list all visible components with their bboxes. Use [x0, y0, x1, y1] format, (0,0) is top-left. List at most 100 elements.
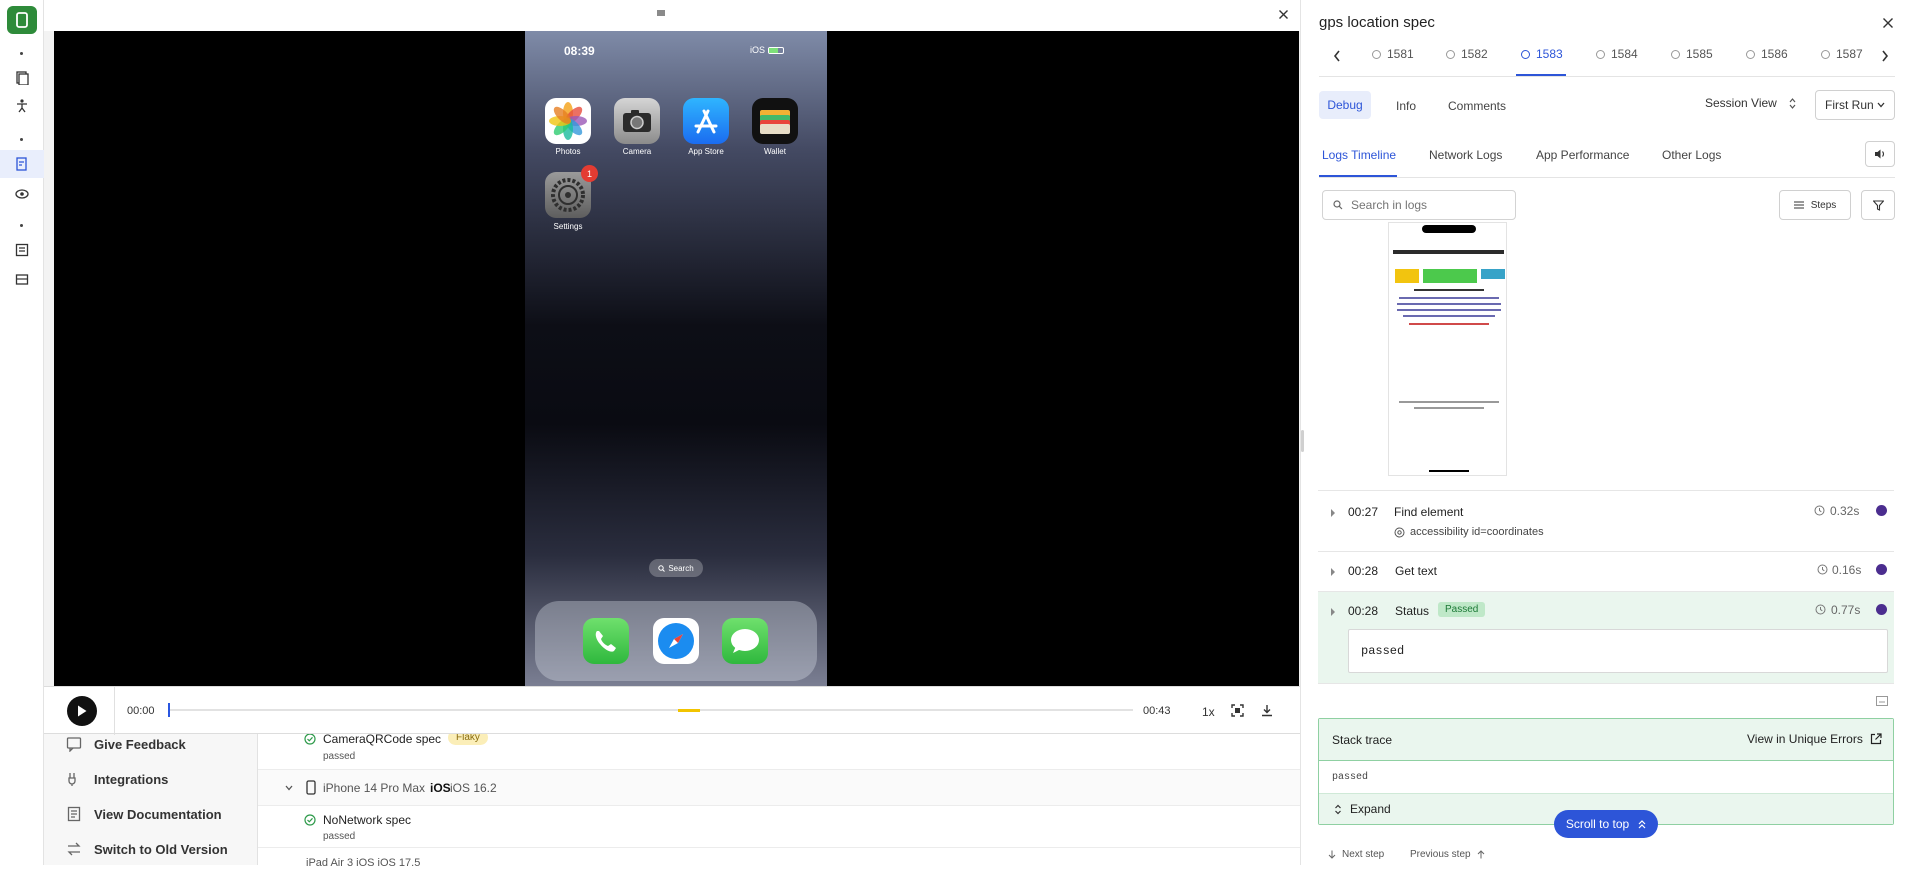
tab-info[interactable]: Info — [1396, 99, 1416, 113]
safari-app-icon[interactable] — [653, 618, 699, 664]
eye-settings-icon[interactable] — [14, 186, 30, 202]
passed-badge: Passed — [1438, 602, 1486, 617]
expand-button[interactable]: Expand — [1334, 802, 1391, 816]
photos-app-icon[interactable] — [545, 98, 591, 144]
run-tab-label: 1582 — [1461, 47, 1488, 61]
chevron-right-icon[interactable] — [1881, 50, 1889, 62]
tab-other-logs[interactable]: Other Logs — [1662, 148, 1721, 162]
test-row[interactable]: NoNetwork spec passed — [258, 806, 1300, 848]
search-icon — [1333, 200, 1343, 210]
log-entry[interactable]: 00:28 Get text 0.16s — [1318, 552, 1894, 592]
run-tab-1582[interactable]: 1582 — [1446, 47, 1488, 61]
log-entry-status[interactable]: 00:28 Status Passed 0.77s passed — [1318, 592, 1894, 684]
playback-speed-button[interactable]: 1x — [1202, 705, 1215, 719]
test-name: CameraQRCode spec — [323, 732, 442, 746]
app-logo-icon[interactable] — [7, 6, 37, 34]
play-button[interactable] — [67, 696, 97, 726]
audio-button[interactable] — [1865, 141, 1895, 167]
log-search-input[interactable] — [1351, 198, 1501, 212]
log-time: 00:28 — [1348, 604, 1379, 618]
run-select-label: First Run — [1825, 98, 1874, 112]
phone-app-icon[interactable] — [583, 618, 629, 664]
switch-old-version-link[interactable]: Switch to Old Version — [66, 841, 228, 857]
integrations-link[interactable]: Integrations — [66, 771, 168, 787]
accessibility-icon[interactable] — [14, 98, 30, 114]
run-tab-1581[interactable]: 1581 — [1372, 47, 1414, 61]
bottom-sidebar-nav: Give Feedback Integrations View Document… — [44, 730, 258, 865]
thumb-line — [1399, 297, 1499, 299]
app-store-icon[interactable] — [683, 98, 729, 144]
phone-carrier: iOS — [750, 45, 766, 55]
resize-handle[interactable] — [1301, 430, 1304, 452]
documents-icon[interactable] — [14, 70, 30, 86]
expand-caret-icon[interactable] — [1331, 608, 1335, 616]
run-tab-1584[interactable]: 1584 — [1596, 47, 1638, 61]
phone-screen: 08:39 iOS Photos Camera App Store Wallet… — [525, 31, 827, 686]
wallet-app-icon[interactable] — [752, 98, 798, 144]
tab-logs-timeline[interactable]: Logs Timeline — [1322, 148, 1396, 162]
run-tab-1586[interactable]: 1586 — [1746, 47, 1788, 61]
previous-step-button[interactable]: Previous step — [1410, 849, 1485, 860]
steps-button[interactable]: Steps — [1779, 190, 1851, 220]
run-tab-1585[interactable]: 1585 — [1671, 47, 1713, 61]
tab-comments[interactable]: Comments — [1448, 99, 1506, 113]
device-row[interactable]: iPad Air 3 iOS iOS 17.5 — [258, 848, 1300, 869]
tab-app-performance[interactable]: App Performance — [1536, 148, 1629, 162]
checklist-icon[interactable] — [14, 242, 30, 258]
messages-app-icon[interactable] — [722, 618, 768, 664]
device-row[interactable]: iPhone 14 Pro Max iOS iOS 16.2 — [258, 770, 1300, 806]
session-view-label: Session View — [1705, 96, 1777, 110]
run-select-dropdown[interactable]: First Run — [1815, 90, 1895, 120]
thumb-line — [1414, 407, 1484, 409]
app-label: Settings — [553, 222, 583, 231]
test-name: NoNetwork spec — [323, 813, 412, 827]
tab-network-logs[interactable]: Network Logs — [1429, 148, 1502, 162]
run-check-icon — [1671, 49, 1680, 59]
stack-trace-output: passed — [1332, 772, 1369, 783]
status-output: passed — [1348, 629, 1888, 673]
chevron-left-icon[interactable] — [1333, 50, 1341, 62]
drag-handle-icon[interactable] — [656, 9, 666, 17]
log-search-box[interactable] — [1322, 190, 1516, 220]
filter-button[interactable] — [1861, 190, 1895, 220]
clock-icon — [1814, 505, 1825, 516]
divider — [1319, 76, 1895, 77]
give-feedback-label: Give Feedback — [94, 736, 186, 752]
terminal-icon[interactable] — [1876, 696, 1888, 706]
test-report-icon[interactable] — [14, 156, 30, 172]
log-duration: 0.77s — [1831, 603, 1861, 617]
session-view-select[interactable]: Session View — [1705, 96, 1796, 110]
app-label: App Store — [688, 147, 724, 156]
selector-icon — [1394, 527, 1405, 538]
close-icon[interactable] — [1278, 9, 1289, 20]
divider — [1319, 177, 1895, 178]
timeline-playhead[interactable] — [168, 703, 170, 717]
download-icon[interactable] — [1261, 704, 1273, 717]
timeline-track[interactable] — [169, 709, 1133, 711]
filter-icon — [1872, 199, 1884, 211]
test-status: passed — [323, 831, 356, 842]
speaker-icon — [1875, 149, 1885, 159]
expand-caret-icon[interactable] — [1331, 509, 1335, 517]
run-tab-label: 1581 — [1387, 47, 1414, 61]
expand-caret-icon[interactable] — [1331, 568, 1335, 576]
timeline-marker — [678, 709, 700, 712]
view-unique-errors-link[interactable]: View in Unique Errors — [1747, 732, 1882, 746]
scroll-to-top-button[interactable]: Scroll to top — [1554, 810, 1658, 838]
camera-app-icon[interactable] — [614, 98, 660, 144]
run-tab-1583[interactable]: 1583 — [1521, 47, 1563, 61]
test-row[interactable]: CameraQRCode spec Flaky passed — [258, 730, 1300, 770]
log-screenshot-thumbnail[interactable] — [1388, 222, 1507, 476]
spotlight-search-pill[interactable]: Search — [649, 559, 703, 577]
next-step-button[interactable]: Next step — [1328, 849, 1384, 860]
server-icon[interactable] — [14, 272, 30, 288]
run-tab-1587[interactable]: 1587 — [1821, 47, 1863, 61]
switch-old-version-label: Switch to Old Version — [94, 841, 228, 857]
list-icon — [1793, 201, 1804, 209]
tab-debug[interactable]: Debug — [1319, 91, 1371, 119]
give-feedback-link[interactable]: Give Feedback — [66, 736, 186, 752]
fullscreen-icon[interactable] — [1231, 704, 1244, 717]
view-documentation-link[interactable]: View Documentation — [66, 806, 222, 822]
close-panel-icon[interactable] — [1882, 17, 1894, 29]
log-entry[interactable]: 00:27 Find element accessibility id=coor… — [1318, 490, 1894, 552]
